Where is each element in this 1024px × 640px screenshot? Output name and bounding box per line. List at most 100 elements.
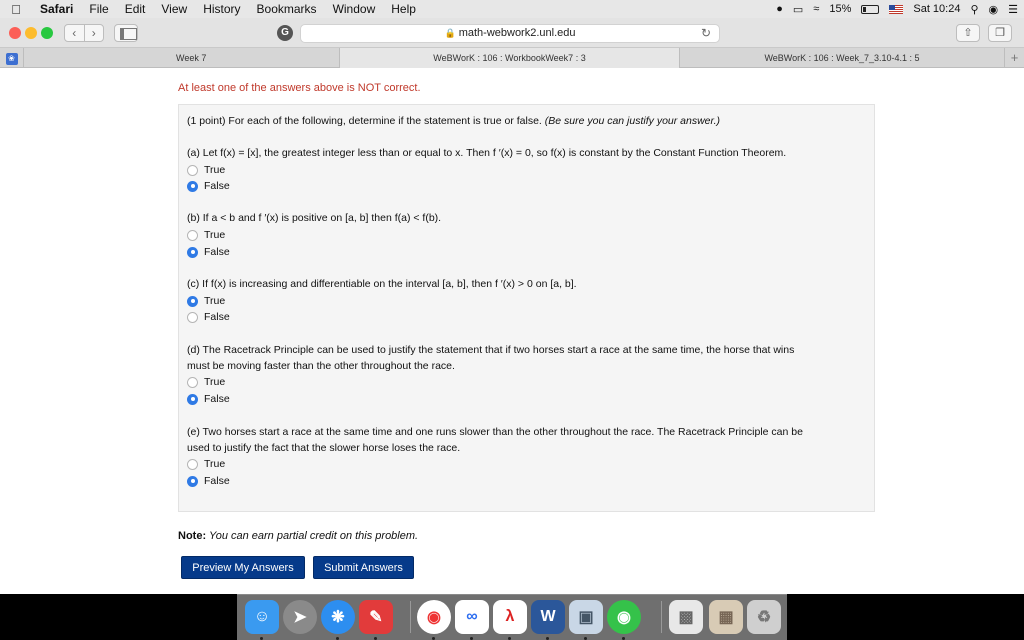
option-b-false[interactable]: False xyxy=(187,245,230,259)
menu-bar:  Safari File Edit View History Bookmark… xyxy=(0,0,1024,18)
preview-icon[interactable]: ▣ xyxy=(569,600,603,634)
airplay-icon[interactable]: ▭ xyxy=(793,3,803,16)
input-source-flag-icon[interactable] xyxy=(889,4,904,14)
forward-button[interactable]: › xyxy=(85,25,104,41)
tab-week7[interactable]: Week 7 xyxy=(24,48,340,68)
menu-app-safari[interactable]: Safari xyxy=(32,0,81,18)
radio-e-false-selected[interactable] xyxy=(187,475,198,487)
launchpad-icon[interactable]: ➤ xyxy=(283,600,317,634)
siri-icon[interactable]: ◉ xyxy=(989,3,999,16)
menu-view[interactable]: View xyxy=(153,0,195,18)
battery-percent[interactable]: 15% xyxy=(829,3,851,15)
partial-credit-note: Note: You can earn partial credit on thi… xyxy=(178,530,418,542)
option-b-true[interactable]: True xyxy=(187,228,225,242)
dock: ☺ ➤ ❋ ✎ ◉ ∞ λ W ▣ ◉ ▩ ▦ ♻ xyxy=(237,594,787,640)
radio-d-false-selected[interactable] xyxy=(187,393,198,405)
menu-window[interactable]: Window xyxy=(325,0,384,18)
option-label: True xyxy=(204,164,226,176)
dock-separator xyxy=(410,601,411,633)
webwork-page: At least one of the answers above is NOT… xyxy=(0,68,1024,594)
archive-icon[interactable]: ▦ xyxy=(709,600,743,634)
pinned-site-icon: ❀ xyxy=(5,53,18,65)
intro-italic: (Be sure you can justify your answer.) xyxy=(544,115,721,127)
note-text: You can earn partial credit on this prob… xyxy=(206,530,419,542)
trash-icon[interactable]: ♻ xyxy=(747,600,781,634)
option-label: False xyxy=(204,393,230,405)
question-b: (b) If a < b and f ′(x) is positive on [… xyxy=(187,212,442,224)
menu-help[interactable]: Help xyxy=(383,0,424,18)
option-e-true[interactable]: True xyxy=(187,457,225,471)
word-icon[interactable]: W xyxy=(531,600,565,634)
address-bar[interactable]: 🔒 math-webwork2.unl.edu ↻ xyxy=(300,24,720,43)
radio-b-false-selected[interactable] xyxy=(187,246,198,258)
tab-bar: ❀ Week 7 WeBWorK : 106 : WorkbookWeek7 :… xyxy=(0,48,1024,68)
acrobat-icon[interactable]: λ xyxy=(493,600,527,634)
option-c-true[interactable]: True xyxy=(187,294,225,308)
wifi-icon[interactable]: ≈ xyxy=(813,3,819,15)
option-label: False xyxy=(204,311,230,323)
radio-c-true-selected[interactable] xyxy=(187,295,198,307)
tab-week7-3-10[interactable]: WeBWorK : 106 : Week_7_3.10-4.1 : 5 xyxy=(680,48,1005,68)
reload-icon[interactable]: ↻ xyxy=(701,25,711,42)
notification-center-icon[interactable]: ☰ xyxy=(1008,3,1018,16)
menu-history[interactable]: History xyxy=(195,0,248,18)
problem-intro: (1 point) For each of the following, det… xyxy=(187,115,720,127)
safari-icon[interactable]: ❋ xyxy=(321,600,355,634)
problem-box: (1 point) For each of the following, det… xyxy=(178,104,875,512)
lock-icon: 🔒 xyxy=(444,28,456,38)
menu-file[interactable]: File xyxy=(81,0,116,18)
option-d-true[interactable]: True xyxy=(187,375,225,389)
baidu-netdisk-icon[interactable]: ∞ xyxy=(455,600,489,634)
preview-answers-button[interactable]: Preview My Answers xyxy=(181,556,305,579)
new-tab-button[interactable]: + xyxy=(1005,48,1024,68)
radio-a-false-selected[interactable] xyxy=(187,180,198,192)
fullscreen-window-button[interactable] xyxy=(41,27,53,39)
radio-e-true[interactable] xyxy=(187,458,198,470)
answer-alert: At least one of the answers above is NOT… xyxy=(178,82,421,94)
apple-icon[interactable]:  xyxy=(0,2,32,17)
grammarly-extension-icon[interactable]: G xyxy=(277,25,293,41)
option-a-true[interactable]: True xyxy=(187,163,225,177)
question-e: (e) Two horses start a race at the same … xyxy=(187,424,867,456)
safari-toolbar: ‹ › G 🔒 math-webwork2.unl.edu ↻ ⇧ ❐ xyxy=(0,18,1024,48)
url-text: math-webwork2.unl.edu xyxy=(458,27,576,39)
pdf-pen-icon[interactable]: ✎ xyxy=(359,600,393,634)
sidebar-toggle-button[interactable] xyxy=(114,24,138,42)
option-label: True xyxy=(204,229,226,241)
option-c-false[interactable]: False xyxy=(187,310,230,324)
minimize-window-button[interactable] xyxy=(25,27,37,39)
clock[interactable]: Sat 10:24 xyxy=(913,3,960,15)
radio-d-true[interactable] xyxy=(187,376,198,388)
option-a-false[interactable]: False xyxy=(187,179,230,193)
wechat-icon[interactable]: ◉ xyxy=(607,600,641,634)
option-label: True xyxy=(204,458,226,470)
question-e-line1: (e) Two horses start a race at the same … xyxy=(187,426,803,438)
finder-icon[interactable]: ☺ xyxy=(245,600,279,634)
submit-answers-button[interactable]: Submit Answers xyxy=(313,556,414,579)
option-d-false[interactable]: False xyxy=(187,392,230,406)
wechat-status-icon[interactable]: ● xyxy=(776,3,783,15)
menu-edit[interactable]: Edit xyxy=(117,0,154,18)
question-a: (a) Let f(x) = [x], the greatest integer… xyxy=(187,147,787,159)
back-button[interactable]: ‹ xyxy=(65,25,85,41)
question-c: (c) If f(x) is increasing and differenti… xyxy=(187,278,577,290)
menu-bookmarks[interactable]: Bookmarks xyxy=(249,0,325,18)
question-e-line2: used to justify the fact that the slower… xyxy=(187,442,461,454)
spotlight-search-icon[interactable]: ⚲ xyxy=(970,3,978,16)
show-tabs-button[interactable]: ❐ xyxy=(988,24,1012,42)
battery-icon[interactable] xyxy=(861,4,880,14)
option-label: True xyxy=(204,376,226,388)
tab-workbook-week7[interactable]: WeBWorK : 106 : WorkbookWeek7 : 3 xyxy=(340,48,680,68)
chrome-icon[interactable]: ◉ xyxy=(417,600,451,634)
radio-c-false[interactable] xyxy=(187,311,198,323)
close-window-button[interactable] xyxy=(9,27,21,39)
option-label: True xyxy=(204,295,226,307)
option-label: False xyxy=(204,246,230,258)
radio-b-true[interactable] xyxy=(187,229,198,241)
share-button[interactable]: ⇧ xyxy=(956,24,980,42)
navigation-buttons: ‹ › xyxy=(64,24,104,42)
screenshot-icon[interactable]: ▩ xyxy=(669,600,703,634)
pinned-tab[interactable]: ❀ xyxy=(0,48,24,68)
option-e-false[interactable]: False xyxy=(187,474,230,488)
radio-a-true[interactable] xyxy=(187,164,198,176)
